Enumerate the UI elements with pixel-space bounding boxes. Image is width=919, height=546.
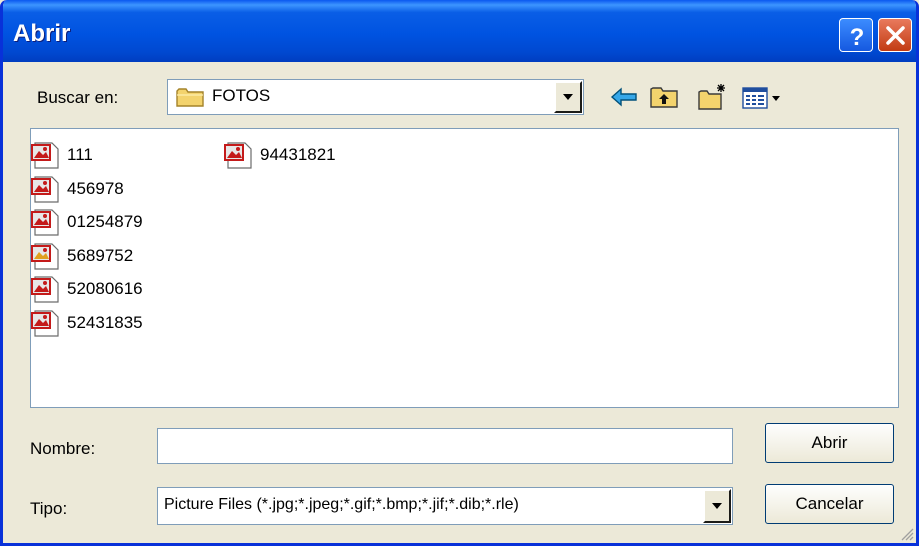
file-name: 52080616	[67, 279, 143, 298]
folder-icon	[176, 88, 204, 107]
file-type-dropdown-arrow[interactable]	[703, 489, 731, 523]
list-item[interactable]: 52431835	[31, 308, 211, 338]
file-type-dropdown[interactable]: Picture Files (*.jpg;*.jpeg;*.gif;*.bmp;…	[157, 487, 733, 525]
help-icon: ?	[850, 24, 865, 51]
image-file-icon	[31, 310, 59, 337]
help-button[interactable]: ?	[839, 18, 873, 52]
look-in-value: FOTOS	[212, 86, 271, 105]
view-menu-icon[interactable]	[741, 83, 793, 111]
list-item[interactable]: 94431821	[224, 140, 404, 170]
chevron-down-icon	[712, 503, 722, 509]
title-bar[interactable]: Abrir ?	[3, 0, 916, 62]
image-file-icon	[31, 209, 59, 236]
file-name: 456978	[67, 179, 124, 198]
look-in-dropdown[interactable]: FOTOS	[167, 79, 584, 115]
list-item[interactable]: 111	[31, 140, 211, 170]
resize-grip-icon[interactable]	[900, 527, 914, 541]
svg-text:?: ?	[850, 24, 865, 51]
list-item[interactable]: 52080616	[31, 274, 211, 304]
new-folder-icon[interactable]	[697, 83, 729, 111]
chevron-down-icon	[563, 94, 573, 100]
file-name: 52431835	[67, 313, 143, 332]
window-title: Abrir	[13, 20, 71, 47]
image-file-icon	[31, 276, 59, 303]
close-icon	[886, 26, 905, 45]
list-item[interactable]: 01254879	[31, 207, 211, 237]
list-item[interactable]: 456978	[31, 174, 211, 204]
file-name: 94431821	[260, 145, 336, 164]
list-item[interactable]: 5689752	[31, 241, 211, 271]
image-file-icon	[224, 142, 252, 169]
file-list[interactable]: 111 456978 01254879 5689752 52080616 524…	[30, 128, 899, 408]
file-name: 5689752	[67, 246, 134, 265]
image-file-icon	[31, 176, 59, 203]
file-type-label: Tipo:	[30, 499, 68, 518]
open-file-dialog: Abrir ? Buscar en: FOTOS 111 456978 0125…	[0, 0, 919, 546]
open-button[interactable]: Abrir	[765, 423, 894, 463]
image-file-icon	[31, 142, 59, 169]
look-in-dropdown-arrow[interactable]	[554, 81, 582, 113]
image-file-icon	[31, 243, 59, 270]
file-name: 01254879	[67, 212, 143, 231]
file-name-label: Nombre:	[30, 439, 96, 458]
file-name: 111	[67, 145, 93, 164]
back-arrow-icon[interactable]	[609, 83, 641, 111]
close-button[interactable]	[878, 18, 912, 52]
cancel-button[interactable]: Cancelar	[765, 484, 894, 524]
file-type-value: Picture Files (*.jpg;*.jpeg;*.gif;*.bmp;…	[164, 496, 519, 513]
file-name-input[interactable]	[157, 428, 733, 464]
up-one-level-icon[interactable]	[648, 83, 680, 111]
look-in-label: Buscar en:	[37, 88, 119, 107]
